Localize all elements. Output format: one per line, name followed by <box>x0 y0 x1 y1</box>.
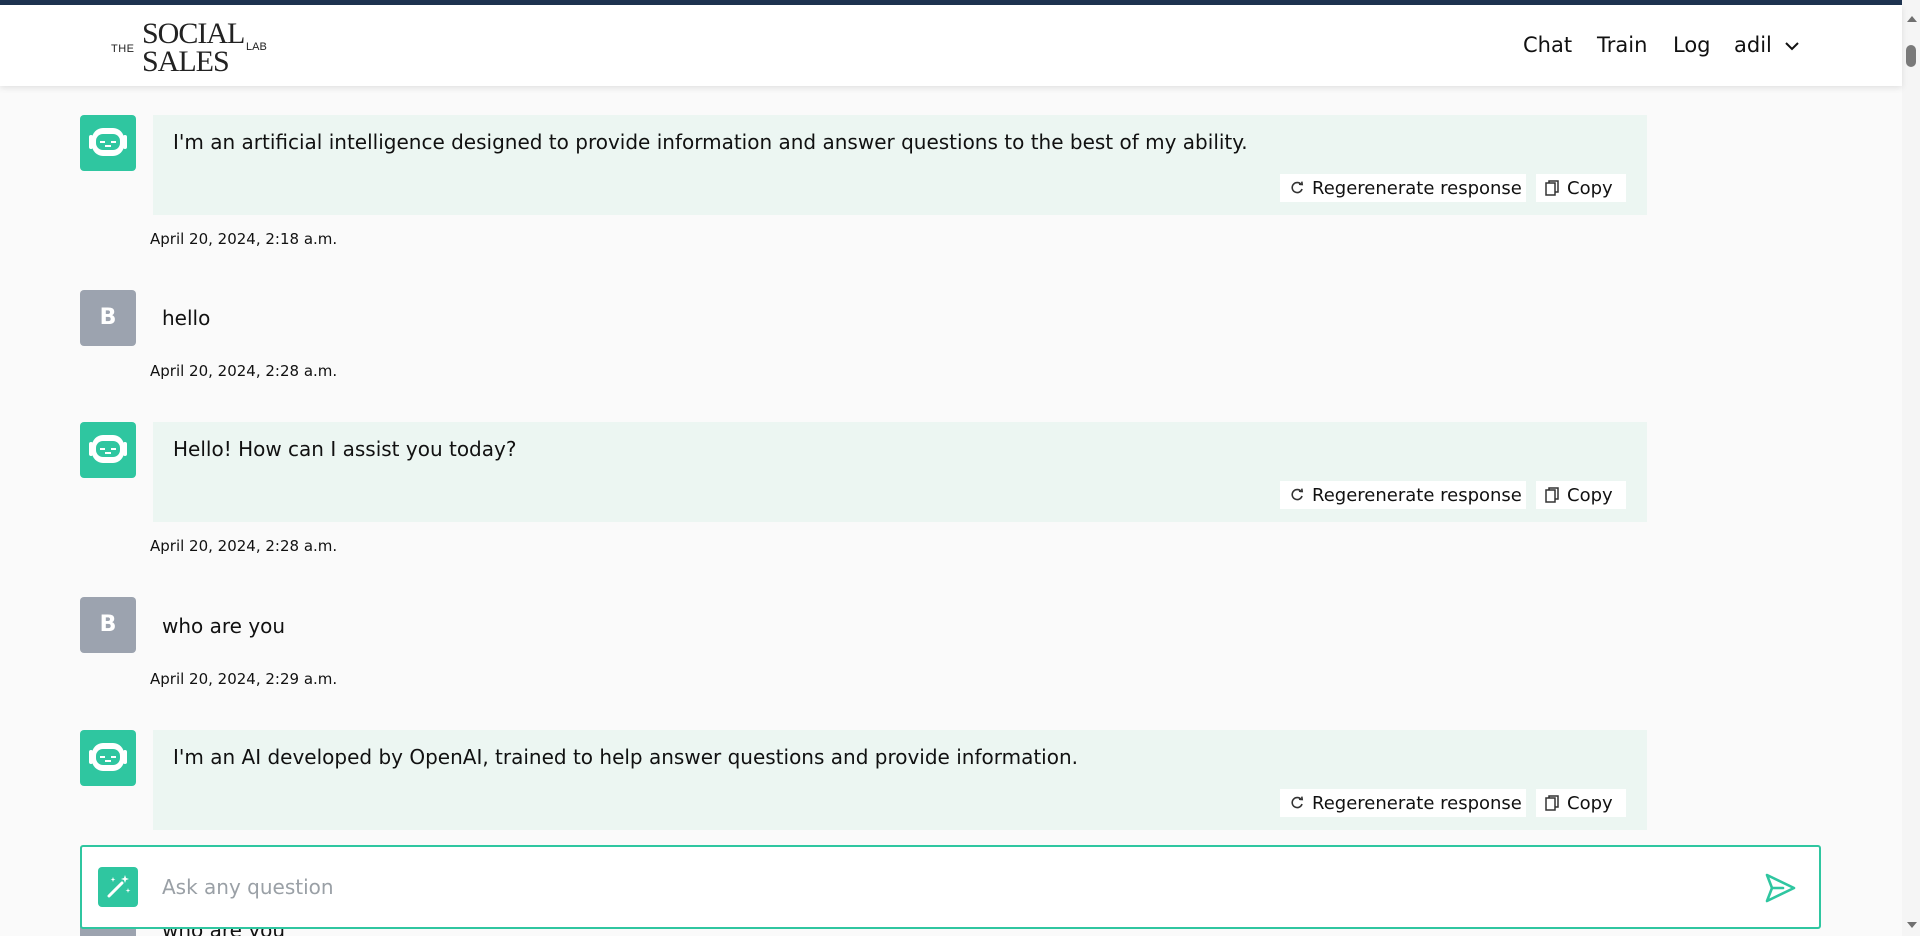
copy-label: Copy <box>1567 792 1613 814</box>
refresh-icon <box>1291 181 1304 194</box>
copy-icon <box>1545 180 1559 196</box>
robot-icon <box>89 743 127 771</box>
refresh-icon <box>1291 796 1304 809</box>
nav-train[interactable]: Train <box>1597 33 1647 57</box>
page-scrollbar[interactable] <box>1902 0 1920 936</box>
bot-avatar <box>80 422 136 478</box>
bot-message: Hello! How can I assist you today? Reger… <box>153 422 1647 522</box>
robot-icon <box>89 128 127 156</box>
chevron-down-icon <box>1785 42 1799 51</box>
regenerate-button[interactable]: Regerenerate response <box>1280 789 1526 817</box>
logo-lab: LAB <box>246 41 267 53</box>
magic-wand-icon <box>107 875 131 898</box>
user-name: adil <box>1734 33 1772 57</box>
scroll-down-arrow-icon[interactable] <box>1907 922 1917 928</box>
nav-chat[interactable]: Chat <box>1523 33 1572 57</box>
user-avatar: B <box>80 290 136 346</box>
user-message-text: hello <box>162 306 211 330</box>
regenerate-label: Regerenerate response <box>1312 484 1522 506</box>
message-timestamp: April 20, 2024, 2:18 a.m. <box>150 230 338 248</box>
bot-message: I'm an artificial intelligence designed … <box>153 115 1647 215</box>
magic-wand-button[interactable] <box>98 867 138 907</box>
message-timestamp: April 20, 2024, 2:28 a.m. <box>150 537 338 555</box>
robot-icon <box>89 435 127 463</box>
bot-avatar <box>80 115 136 171</box>
logo-line2: SALES <box>142 45 230 78</box>
send-icon <box>1765 873 1796 903</box>
bot-message-text: Hello! How can I assist you today? <box>173 437 517 461</box>
user-message-text: who are you <box>162 614 286 638</box>
user-avatar: B <box>80 597 136 653</box>
nav-log[interactable]: Log <box>1673 33 1711 57</box>
regenerate-button[interactable]: Regerenerate response <box>1280 481 1526 509</box>
copy-button[interactable]: Copy <box>1536 481 1626 509</box>
bot-message: I'm an AI developed by OpenAI, trained t… <box>153 730 1647 830</box>
bot-message-text: I'm an AI developed by OpenAI, trained t… <box>173 745 1078 769</box>
chat-input[interactable] <box>162 867 1712 907</box>
message-timestamp: April 20, 2024, 2:29 a.m. <box>150 670 338 688</box>
bot-avatar <box>80 730 136 786</box>
refresh-icon <box>1291 488 1304 501</box>
scrollbar-thumb[interactable] <box>1906 45 1916 67</box>
send-button[interactable] <box>1763 871 1797 905</box>
user-menu[interactable]: adil <box>1734 33 1799 57</box>
copy-label: Copy <box>1567 484 1613 506</box>
brand-logo[interactable]: THE SOCIAL SALES LAB <box>111 17 271 77</box>
regenerate-label: Regerenerate response <box>1312 177 1522 199</box>
copy-button[interactable]: Copy <box>1536 174 1626 202</box>
scroll-up-arrow-icon[interactable] <box>1907 16 1917 22</box>
chat-composer <box>80 845 1821 929</box>
message-timestamp: April 20, 2024, 2:28 a.m. <box>150 362 338 380</box>
copy-icon <box>1545 795 1559 811</box>
copy-label: Copy <box>1567 177 1613 199</box>
bot-message-text: I'm an artificial intelligence designed … <box>173 130 1248 154</box>
copy-icon <box>1545 487 1559 503</box>
regenerate-button[interactable]: Regerenerate response <box>1280 174 1526 202</box>
regenerate-label: Regerenerate response <box>1312 792 1522 814</box>
copy-button[interactable]: Copy <box>1536 789 1626 817</box>
navbar: THE SOCIAL SALES LAB Chat Train Log adil <box>0 5 1902 86</box>
logo-the: THE <box>111 43 135 55</box>
